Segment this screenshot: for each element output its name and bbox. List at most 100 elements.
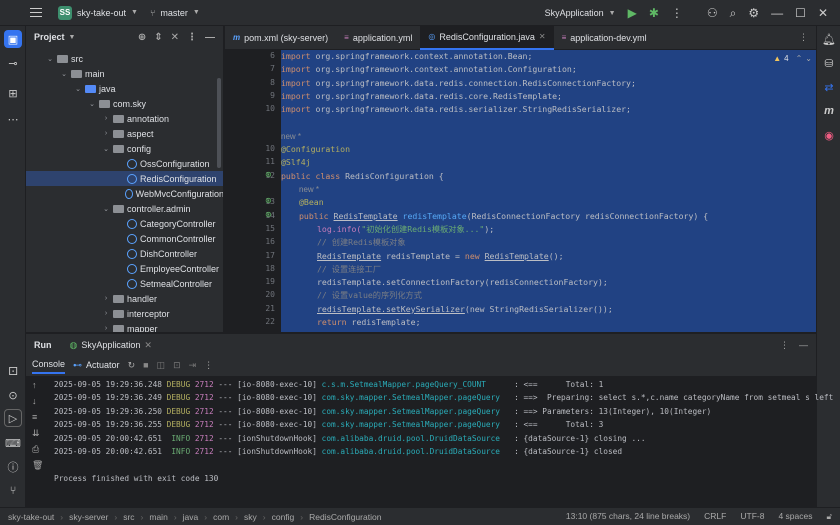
breadcrumb-item[interactable]: com	[213, 512, 229, 522]
tree-item[interactable]: CategoryController	[26, 216, 223, 231]
run-tab-sky-application[interactable]: ◍ SkyApplication ✕	[70, 340, 152, 351]
hide-icon[interactable]: —	[205, 32, 215, 43]
breadcrumb-item[interactable]: java	[183, 512, 199, 522]
chevron-up-icon[interactable]: ⌃	[796, 54, 803, 63]
bean-icon[interactable]: ⊛	[265, 210, 272, 219]
hide-icon[interactable]: —	[799, 340, 808, 351]
tree-item[interactable]: CommonController	[26, 231, 223, 246]
chevron-right-icon[interactable]: ›	[102, 295, 110, 302]
problems-tool-icon[interactable]: ⓘ	[4, 458, 22, 476]
breadcrumb-item[interactable]: main	[149, 512, 167, 522]
tree-item[interactable]: ⌄ java	[26, 81, 223, 96]
more-icon[interactable]: ⋮	[671, 6, 683, 20]
tree-item[interactable]: › annotation	[26, 111, 223, 126]
camera-icon[interactable]: ◫	[157, 360, 166, 371]
settings-gear-icon[interactable]: ⚙	[748, 6, 759, 20]
services-tool-icon[interactable]: ⚀	[4, 362, 22, 380]
terminal-tool-icon[interactable]: ⌨	[4, 434, 22, 452]
plugin-icon[interactable]: ◉	[820, 126, 838, 144]
chevron-right-icon[interactable]: ›	[102, 325, 110, 332]
project-tool-icon[interactable]: ▣	[4, 30, 22, 48]
tab-pom-xml[interactable]: m pom.xml (sky-server)	[225, 26, 336, 50]
git-tool-icon[interactable]: ⑂	[4, 482, 22, 500]
maven-icon[interactable]: m	[820, 102, 838, 120]
stop-icon[interactable]: ■	[143, 360, 148, 370]
scroll-end-icon[interactable]: ⇊	[32, 428, 40, 439]
chevron-down-icon[interactable]: ⌄	[74, 85, 82, 93]
bean-icon[interactable]: ⊛	[265, 170, 272, 179]
main-menu-icon[interactable]	[30, 8, 42, 17]
breadcrumb-item[interactable]: src	[123, 512, 134, 522]
chevron-down-icon[interactable]: ⌄	[102, 145, 110, 153]
project-scrollbar[interactable]	[217, 78, 221, 168]
trash-icon[interactable]: 🗑︎	[32, 460, 43, 471]
breadcrumb-item[interactable]: sky-take-out	[8, 512, 54, 522]
tab-application-dev-yml[interactable]: ≡ application-dev.yml	[554, 26, 655, 50]
close-tab-icon[interactable]: ✕	[144, 340, 152, 351]
chevron-down-icon[interactable]: ⌄	[46, 55, 54, 63]
add-user-icon[interactable]: ⚇	[707, 6, 718, 20]
tree-item[interactable]: › handler	[26, 291, 223, 306]
breadcrumb-item[interactable]: sky-server	[69, 512, 108, 522]
tree-item[interactable]: DishController	[26, 246, 223, 261]
file-encoding[interactable]: UTF-8	[740, 511, 764, 522]
code-area[interactable]: import org.springframework.context.annot…	[281, 50, 816, 332]
chevron-down-icon[interactable]: ⌄	[60, 70, 68, 78]
debug-icon[interactable]: ✱	[649, 6, 659, 20]
tree-item[interactable]: › mapper	[26, 321, 223, 332]
maximize-icon[interactable]: ☐	[795, 6, 806, 20]
gradle-icon[interactable]: ⇄	[820, 78, 838, 96]
chevron-down-icon[interactable]: ▼	[69, 34, 76, 41]
commit-tool-icon[interactable]: ⊸	[4, 54, 22, 72]
tree-item[interactable]: ⌄ config	[26, 141, 223, 156]
project-panel-title[interactable]: Project	[34, 32, 65, 42]
breadcrumb-item[interactable]: config	[272, 512, 295, 522]
tree-item[interactable]: SetmealController	[26, 276, 223, 291]
tab-application-yml[interactable]: ≡ application.yml	[336, 26, 420, 50]
breadcrumb-item[interactable]: sky	[244, 512, 257, 522]
options-icon[interactable]: ⋮	[187, 32, 197, 43]
options-icon[interactable]: ⋮	[780, 340, 789, 351]
search-icon[interactable]: ⌕	[730, 6, 737, 21]
tabs-more-icon[interactable]: ⋮	[799, 32, 808, 43]
tab-actuator[interactable]: ⊷ Actuator	[73, 356, 120, 374]
tree-item[interactable]: ⌄ src	[26, 51, 223, 66]
notifications-icon[interactable]: 🔔︎	[820, 30, 838, 48]
rerun-icon[interactable]: ↻	[128, 360, 136, 371]
exit-icon[interactable]: ⇥	[189, 360, 197, 371]
tree-item[interactable]: ⌄ com.sky	[26, 96, 223, 111]
branch-selector[interactable]: ⑂ master ▼	[144, 0, 206, 26]
chevron-right-icon[interactable]: ›	[102, 115, 110, 122]
run-config-selector[interactable]: SkyApplication ▼	[545, 0, 616, 26]
collapse-all-icon[interactable]: ✕	[171, 32, 179, 43]
tab-console[interactable]: Console	[32, 356, 66, 374]
console-output[interactable]: 2025-09-05 19:29:36.248 DEBUG 2712 --- […	[50, 376, 833, 508]
run-icon[interactable]: ▶	[628, 6, 637, 20]
scroll-up-icon[interactable]: ↑	[32, 380, 37, 390]
tree-item[interactable]: WebMvcConfiguration	[26, 186, 223, 201]
inspection-widget[interactable]: ▲ 4 ⌃ ⌄	[773, 54, 812, 63]
lock-icon[interactable]: 🔓︎	[826, 511, 832, 522]
tree-item[interactable]: ⌄ main	[26, 66, 223, 81]
soft-wrap-icon[interactable]: ≡	[32, 412, 37, 422]
chevron-down-icon[interactable]: ⌄	[88, 100, 96, 108]
tab-redis-configuration[interactable]: ◎ RedisConfiguration.java ✕	[420, 26, 554, 50]
tree-item[interactable]: › aspect	[26, 126, 223, 141]
bean-icon[interactable]: ⊛	[265, 196, 272, 205]
close-icon[interactable]: ✕	[818, 6, 828, 20]
tree-item[interactable]: RedisConfiguration	[26, 171, 223, 186]
structure-tool-icon[interactable]: ⊞	[4, 84, 22, 102]
close-tab-icon[interactable]: ✕	[539, 32, 546, 41]
debug-tool-icon[interactable]: ⊙	[4, 386, 22, 404]
chevron-right-icon[interactable]: ›	[102, 130, 110, 137]
more-icon[interactable]: ⋮	[204, 360, 213, 371]
restore-layout-icon[interactable]: ⊡	[173, 360, 181, 371]
indent-setting[interactable]: 4 spaces	[778, 511, 812, 522]
more-tools-icon[interactable]: ⋯	[4, 110, 22, 128]
expand-all-icon[interactable]: ⇕	[154, 32, 162, 43]
caret-position[interactable]: 13:10 (875 chars, 24 line breaks)	[566, 511, 690, 522]
tree-item[interactable]: ⌄ controller.admin	[26, 201, 223, 216]
database-icon[interactable]: ⛁	[820, 54, 838, 72]
tree-item[interactable]: EmployeeController	[26, 261, 223, 276]
tree-item[interactable]: › interceptor	[26, 306, 223, 321]
